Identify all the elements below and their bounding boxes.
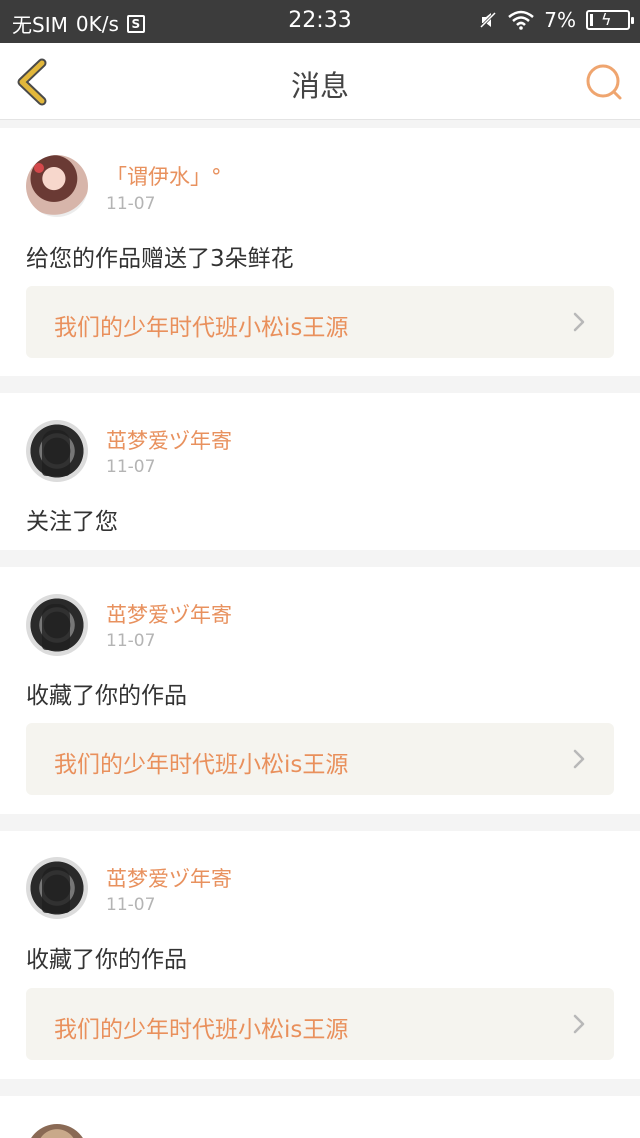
app-header: 消息 — [0, 43, 640, 120]
message-date: 11-07 — [106, 457, 156, 477]
search-icon[interactable] — [584, 61, 626, 103]
bolt-icon: ϟ — [601, 10, 612, 29]
action-text: 关注了您 — [26, 509, 118, 535]
mute-icon — [480, 11, 497, 29]
message-date: 11-07 — [106, 194, 156, 214]
chevron-right-icon — [573, 1014, 585, 1034]
message-date: 11-07 — [106, 631, 156, 651]
message-list: 「谓伊水」° 11-07 给您的作品赠送了3朵鲜花 我们的少年时代班小松is王源… — [0, 128, 640, 1138]
action-text: 收藏了你的作品 — [26, 683, 187, 709]
notification-card: 茁梦爱ヅ年寄 11-07 收藏了你的作品 我们的少年时代班小松is王源 — [0, 567, 640, 814]
battery-charging-icon: ϟ — [586, 10, 634, 30]
battery-percent: 7% — [544, 8, 576, 32]
work-title: 我们的少年时代班小松is王源 — [54, 752, 349, 778]
work-link[interactable]: 我们的少年时代班小松is王源 — [26, 286, 614, 358]
username[interactable]: 茁梦爱ヅ年寄 — [106, 425, 232, 455]
notification-card: 茁梦爱ヅ年寄 11-07 收藏了你的作品 我们的少年时代班小松is王源 — [0, 831, 640, 1079]
page-title: 消息 — [290, 69, 349, 103]
work-link[interactable]: 我们的少年时代班小松is王源 — [26, 988, 614, 1060]
status-bar: 无SIM 0K/s S 22:33 7% ϟ — [0, 0, 640, 43]
notification-card: 茁梦爱ヅ年寄 11-07 关注了您 — [0, 393, 640, 550]
avatar[interactable] — [26, 1124, 88, 1138]
notification-card-partial — [0, 1096, 640, 1138]
status-right: 7% ϟ — [478, 8, 634, 32]
username[interactable]: 茁梦爱ヅ年寄 — [106, 863, 232, 893]
avatar[interactable] — [26, 857, 88, 919]
work-link[interactable]: 我们的少年时代班小松is王源 — [26, 723, 614, 795]
username[interactable]: 茁梦爱ヅ年寄 — [106, 599, 232, 629]
chevron-right-icon — [573, 312, 585, 332]
action-text: 收藏了你的作品 — [26, 947, 187, 973]
work-title: 我们的少年时代班小松is王源 — [54, 1017, 349, 1043]
avatar[interactable] — [26, 594, 88, 656]
avatar[interactable] — [26, 420, 88, 482]
username[interactable]: 「谓伊水」° — [106, 161, 222, 191]
work-title: 我们的少年时代班小松is王源 — [54, 315, 349, 341]
chevron-right-icon — [573, 749, 585, 769]
wifi-icon — [508, 10, 535, 30]
battery-level — [590, 14, 593, 26]
action-text: 给您的作品赠送了3朵鲜花 — [26, 246, 294, 272]
notification-card: 「谓伊水」° 11-07 给您的作品赠送了3朵鲜花 我们的少年时代班小松is王源 — [0, 128, 640, 376]
message-date: 11-07 — [106, 895, 156, 915]
avatar[interactable] — [26, 155, 88, 217]
